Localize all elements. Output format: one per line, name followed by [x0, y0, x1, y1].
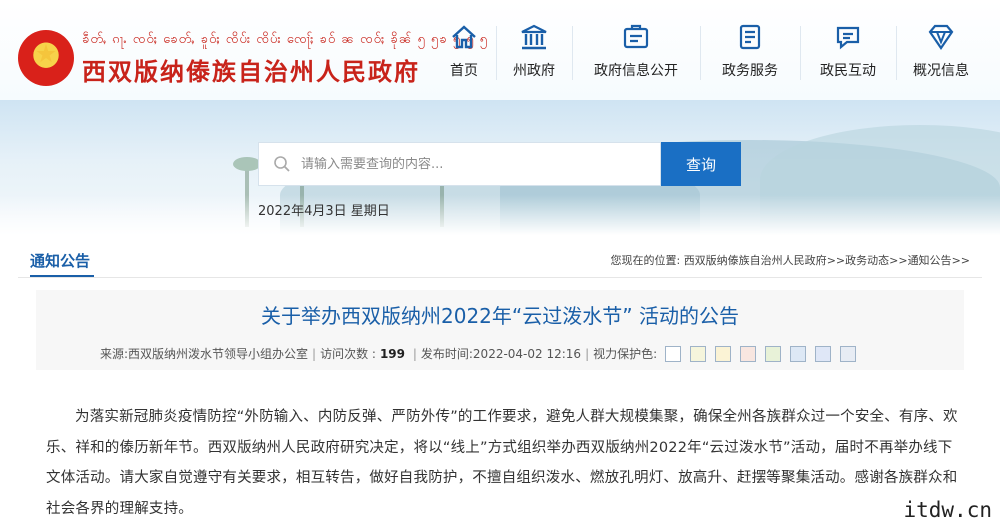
- nav-label: 首页: [450, 63, 478, 79]
- article-title: 关于举办西双版纳州2022年“云过泼水节” 活动的公告: [261, 304, 739, 328]
- search-icon: [273, 155, 291, 173]
- breadcrumb-separator: >>: [889, 254, 908, 267]
- eye-care-swatch[interactable]: [740, 345, 757, 362]
- nav-label: 政务服务: [722, 63, 778, 79]
- article-body: 为落实新冠肺炎疫情防控“外防输入、内防反弹、严防外传”的工作要求，避免人群大规模…: [46, 409, 958, 517]
- section-title: 通知公告: [30, 252, 91, 270]
- eye-care-swatch[interactable]: [765, 345, 782, 362]
- breadcrumb-prefix: 您现在的位置:: [610, 254, 681, 267]
- section-underline: [30, 275, 94, 277]
- eye-care-swatch[interactable]: [690, 345, 707, 362]
- eye-care-swatch[interactable]: [665, 345, 682, 362]
- section-header: 通知公告 您现在的位置: 西双版纳傣族自治州人民政府>>政务动态>>通知公告>>: [18, 240, 982, 278]
- article-header: 关于举办西双版纳州2022年“云过泼水节” 活动的公告 来源:西双版纳州泼水节领…: [36, 290, 964, 370]
- article-source: 来源:西双版纳州泼水节领导小组办公室: [100, 347, 309, 361]
- meta-separator: |: [409, 346, 417, 361]
- search-input[interactable]: [301, 156, 641, 172]
- eye-care-label: 视力保护色:: [593, 347, 658, 361]
- breadcrumb-link-notices[interactable]: 通知公告: [908, 254, 952, 267]
- current-date: 2022年4月3日 星期日: [258, 204, 390, 219]
- breadcrumb-link-news[interactable]: 政务动态: [845, 254, 889, 267]
- nav-label: 州政府: [513, 63, 555, 79]
- banner-fade: [0, 195, 1000, 235]
- meta-separator: |: [312, 346, 317, 361]
- nav-item-home[interactable]: 首页: [432, 18, 496, 88]
- article-meta: 来源:西双版纳州泼水节领导小组办公室 | 访问次数 : 199 | 发布时间:2…: [100, 345, 865, 362]
- breadcrumb-link-home[interactable]: 西双版纳傣族自治州人民政府: [684, 254, 827, 267]
- publish-time: 发布时间:2022-04-02 12:16: [420, 347, 582, 361]
- service-document-icon: [735, 22, 765, 52]
- home-icon: [449, 22, 479, 52]
- views-label: 访问次数 :: [320, 347, 376, 361]
- nav-item-public-interaction[interactable]: 政民互动: [800, 18, 896, 88]
- views-count: 199: [379, 346, 406, 361]
- eye-care-swatch[interactable]: [840, 345, 857, 362]
- national-emblem-icon[interactable]: [18, 30, 74, 86]
- breadcrumb-separator: >>: [826, 254, 846, 267]
- eye-care-swatch[interactable]: [815, 345, 832, 362]
- nav-item-government-services[interactable]: 政务服务: [700, 18, 800, 88]
- chat-bubble-icon: [833, 22, 863, 52]
- breadcrumb-separator: >>: [951, 254, 970, 267]
- nav-item-overview[interactable]: 概况信息: [896, 18, 986, 88]
- eye-care-swatch[interactable]: [790, 345, 807, 362]
- search-box: [258, 142, 661, 186]
- main-nav: 首页 州政府 政府信息公开 政务服务 政民互动 概况信息: [432, 18, 986, 88]
- nav-item-info-disclosure[interactable]: 政府信息公开: [572, 18, 700, 88]
- eye-care-swatches: [665, 345, 865, 362]
- search-button[interactable]: 查询: [661, 142, 741, 186]
- info-disclosure-icon: [621, 22, 651, 52]
- nav-label: 政府信息公开: [594, 63, 678, 79]
- diamond-overview-icon: [926, 22, 956, 52]
- watermark: itdw.cn: [899, 498, 996, 522]
- eye-care-swatch[interactable]: [715, 345, 732, 362]
- nav-label: 概况信息: [913, 63, 969, 79]
- government-building-icon: [519, 22, 549, 52]
- nav-label: 政民互动: [820, 63, 876, 79]
- nav-item-prefecture-government[interactable]: 州政府: [496, 18, 572, 88]
- site-header: ၶဵတ်ႇ ၵႃႉ ၸဝ်ႈ ၶေတ်ႇ ၶူဝ်ႈ ၸိပ်း ၸိပ်း ၸ…: [0, 0, 1000, 100]
- meta-separator: |: [585, 346, 590, 361]
- site-title[interactable]: 西双版纳傣族自治州人民政府: [82, 52, 420, 87]
- dai-script-title: ၶဵတ်ႇ ၵႃႉ ၸဝ်ႈ ၶေတ်ႇ ၶူဝ်ႈ ၸိပ်း ၸိပ်း ၸ…: [82, 32, 488, 47]
- breadcrumb: 您现在的位置: 西双版纳傣族自治州人民政府>>政务动态>>通知公告>>: [610, 252, 970, 268]
